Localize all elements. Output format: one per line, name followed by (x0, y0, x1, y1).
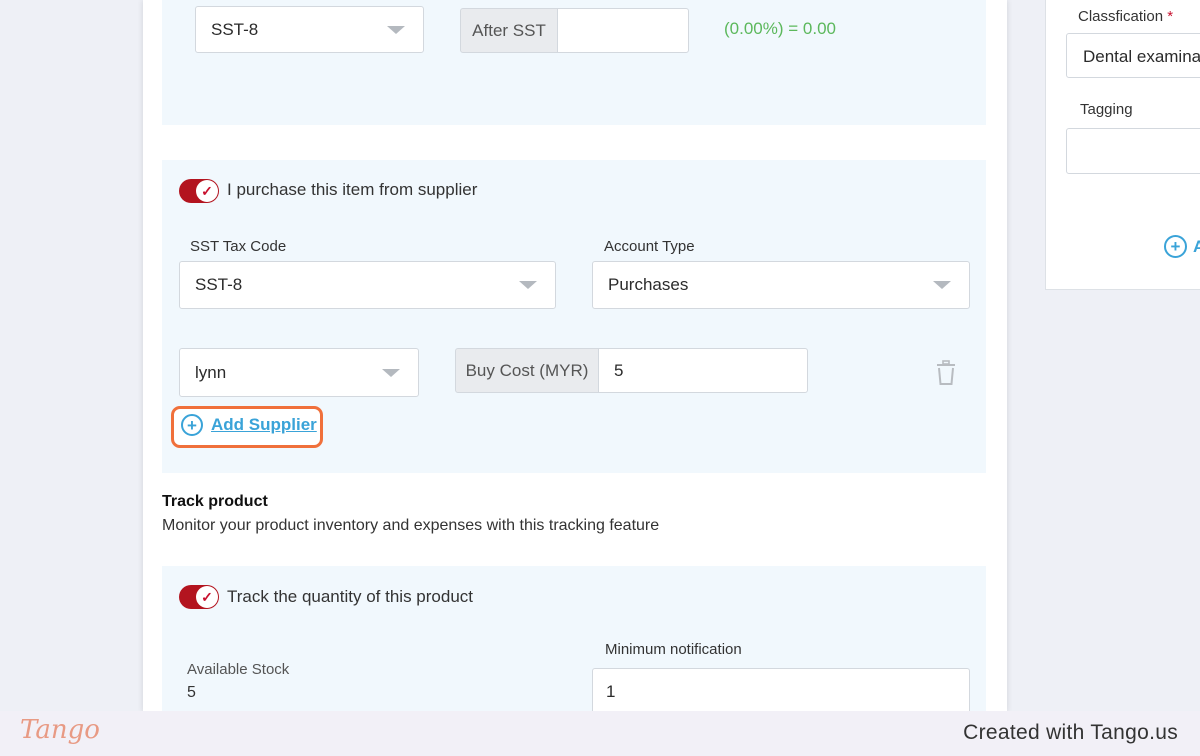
track-product-description: Monitor your product inventory and expen… (162, 517, 660, 534)
plus-circle-icon: + (181, 414, 203, 436)
track-quantity-label: Track the quantity of this product (227, 587, 473, 606)
classification-value: Dental examina (1083, 47, 1200, 66)
check-icon: ✓ (196, 586, 218, 608)
purchase-toggle-label: I purchase this item from supplier (227, 180, 478, 199)
chevron-down-icon (387, 25, 405, 34)
available-stock-label: Available Stock (187, 661, 290, 678)
chevron-down-icon (933, 281, 951, 289)
trash-icon[interactable] (934, 360, 958, 386)
account-type-select[interactable]: Purchases (592, 261, 970, 309)
chevron-down-icon (382, 368, 400, 377)
plus-circle-icon: + (1164, 235, 1187, 258)
classification-select[interactable]: Dental examina (1066, 33, 1200, 78)
chevron-down-icon (519, 281, 537, 289)
side-add-link-label: A (1193, 236, 1200, 256)
supplier-select[interactable]: lynn (179, 348, 419, 397)
created-with-text: Created with Tango.us (963, 721, 1178, 744)
purchase-toggle[interactable]: ✓ (179, 179, 219, 203)
classification-label-text: Classfication (1078, 8, 1164, 25)
after-sst-input[interactable] (557, 8, 689, 53)
sst-tax-code-select[interactable]: SST-8 (179, 261, 556, 309)
supplier-value: lynn (195, 362, 227, 382)
track-product-title: Track product (162, 493, 268, 510)
available-stock-value: 5 (187, 684, 196, 701)
tax-code-value: SST-8 (211, 19, 259, 39)
tax-code-select[interactable]: SST-8 (195, 6, 424, 53)
buy-cost-addon: Buy Cost (MYR) (455, 348, 599, 393)
sst-computed-text: (0.00%) = 0.00 (724, 19, 836, 38)
side-add-link[interactable]: + A (1164, 235, 1200, 258)
sst-tax-code-value: SST-8 (195, 275, 243, 294)
tango-logo: Tango (20, 715, 100, 745)
sst-tax-code-label: SST Tax Code (190, 238, 287, 255)
buy-cost-input[interactable]: 5 (598, 348, 808, 393)
min-notification-input[interactable]: 1 (592, 668, 970, 712)
add-supplier-label: Add Supplier (211, 415, 317, 434)
required-mark: * (1167, 8, 1174, 25)
track-quantity-toggle[interactable]: ✓ (179, 585, 219, 609)
add-supplier-button[interactable]: + Add Supplier (181, 414, 317, 436)
classification-label: Classfication * (1078, 8, 1173, 25)
tagging-label: Tagging (1080, 101, 1133, 118)
account-type-label: Account Type (604, 238, 695, 255)
check-icon: ✓ (196, 180, 218, 202)
after-sst-addon: After SST (460, 8, 558, 53)
account-type-value: Purchases (608, 275, 689, 294)
tagging-input[interactable] (1066, 128, 1200, 174)
min-notification-label: Minimum notification (605, 641, 742, 658)
tango-footer: Tango Created with Tango.us (0, 711, 1200, 756)
